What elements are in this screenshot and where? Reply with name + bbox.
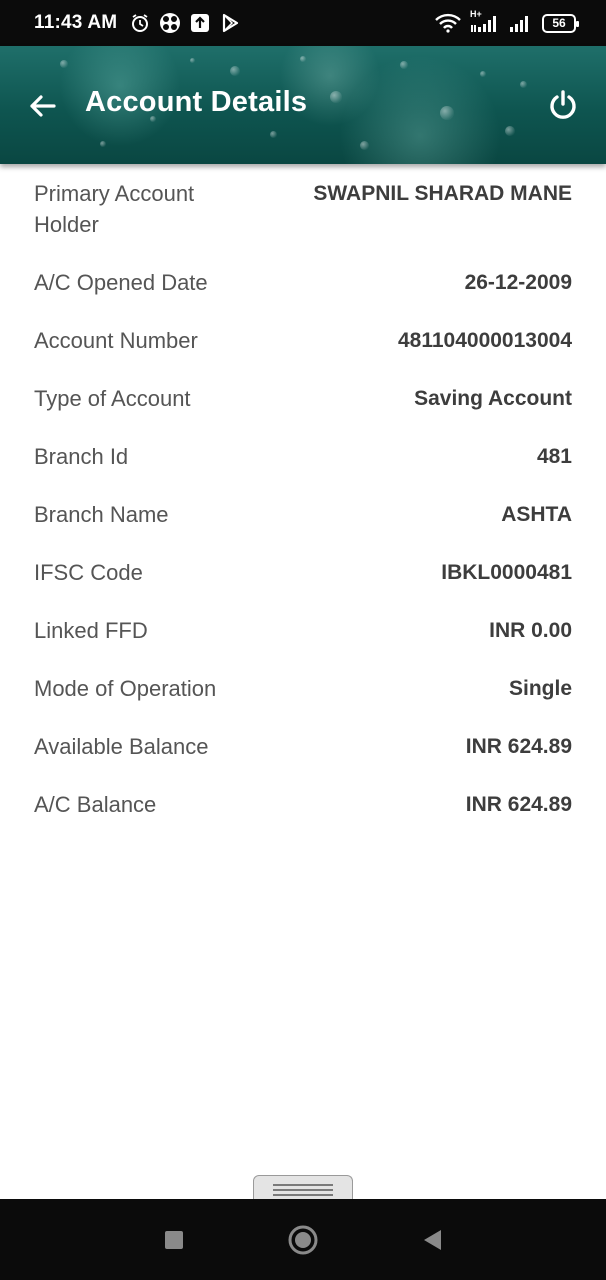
bottom-sheet-handle[interactable]	[253, 1175, 353, 1201]
system-navigation-bar	[0, 1199, 606, 1280]
detail-value: INR 624.89	[465, 735, 572, 758]
detail-value: INR 624.89	[465, 793, 572, 816]
detail-row-ifsc-code: IFSC Code IBKL0000481	[34, 557, 572, 588]
play-store-icon	[219, 12, 241, 34]
status-left: 11:43 AM	[34, 12, 241, 34]
detail-label: Branch Id	[34, 444, 129, 469]
status-time: 11:43 AM	[34, 12, 118, 33]
detail-label: Available Balance	[34, 734, 209, 759]
arrow-left-icon	[30, 95, 56, 117]
app-bar: Account Details	[0, 46, 606, 164]
detail-label: A/C Balance	[34, 792, 157, 817]
detail-value: SWAPNIL SHARAD MANE	[313, 182, 572, 205]
handle-line	[273, 1188, 333, 1191]
network-type-label: H+	[470, 9, 482, 19]
detail-label: Account Number	[34, 328, 198, 353]
detail-value: INR 0.00	[489, 619, 572, 642]
upload-icon	[189, 12, 211, 34]
detail-value: 481104000013004	[397, 329, 572, 352]
detail-label: Branch Name	[34, 502, 169, 527]
detail-row-available-balance: Available Balance INR 624.89	[34, 731, 572, 762]
status-right: H+ 56	[434, 9, 579, 34]
detail-row-mode-of-operation: Mode of Operation Single	[34, 673, 572, 704]
detail-label: Linked FFD	[34, 618, 148, 643]
back-button[interactable]	[26, 90, 58, 122]
detail-value: ASHTA	[501, 503, 572, 526]
detail-row-opened-date: A/C Opened Date 26-12-2009	[34, 267, 572, 298]
recents-button[interactable]	[154, 1220, 194, 1260]
signal-icon-1: H+	[470, 9, 500, 34]
detail-value: 26-12-2009	[464, 271, 572, 294]
back-nav-button[interactable]	[412, 1220, 452, 1260]
detail-label: Mode of Operation	[34, 676, 217, 701]
detail-row-primary-account-holder: Primary Account Holder SWAPNIL SHARAD MA…	[34, 178, 572, 240]
status-bar: 11:43 AM H+ 56	[0, 0, 606, 46]
signal-icon-2	[508, 12, 534, 34]
detail-row-branch-name: Branch Name ASHTA	[34, 499, 572, 530]
battery-indicator: 56	[542, 13, 579, 33]
wifi-icon	[434, 12, 462, 34]
handle-line	[273, 1193, 333, 1196]
detail-label: A/C Opened Date	[34, 270, 208, 295]
detail-row-account-type: Type of Account Saving Account	[34, 383, 572, 414]
detail-value: Single	[508, 677, 572, 700]
detail-value: Saving Account	[414, 387, 572, 410]
triangle-back-icon	[423, 1229, 441, 1250]
detail-value: IBKL0000481	[441, 561, 572, 584]
circle-home-icon	[288, 1225, 318, 1254]
page-title: Account Details	[85, 86, 308, 118]
handle-line	[273, 1183, 333, 1186]
detail-row-branch-id: Branch Id 481	[34, 441, 572, 472]
square-recents-icon	[165, 1230, 184, 1249]
home-button[interactable]	[283, 1220, 323, 1260]
detail-row-account-number: Account Number 481104000013004	[34, 325, 572, 356]
app-notification-icon	[159, 12, 181, 34]
logout-button[interactable]	[546, 88, 580, 122]
detail-label: IFSC Code	[34, 560, 143, 585]
detail-row-ac-balance: A/C Balance INR 624.89	[34, 789, 572, 820]
detail-label: Type of Account	[34, 386, 191, 411]
detail-value: 481	[536, 445, 572, 468]
power-icon	[550, 90, 576, 119]
alarm-icon	[129, 12, 151, 34]
detail-label: Primary Account Holder	[34, 181, 195, 237]
detail-row-linked-ffd: Linked FFD INR 0.00	[34, 615, 572, 646]
